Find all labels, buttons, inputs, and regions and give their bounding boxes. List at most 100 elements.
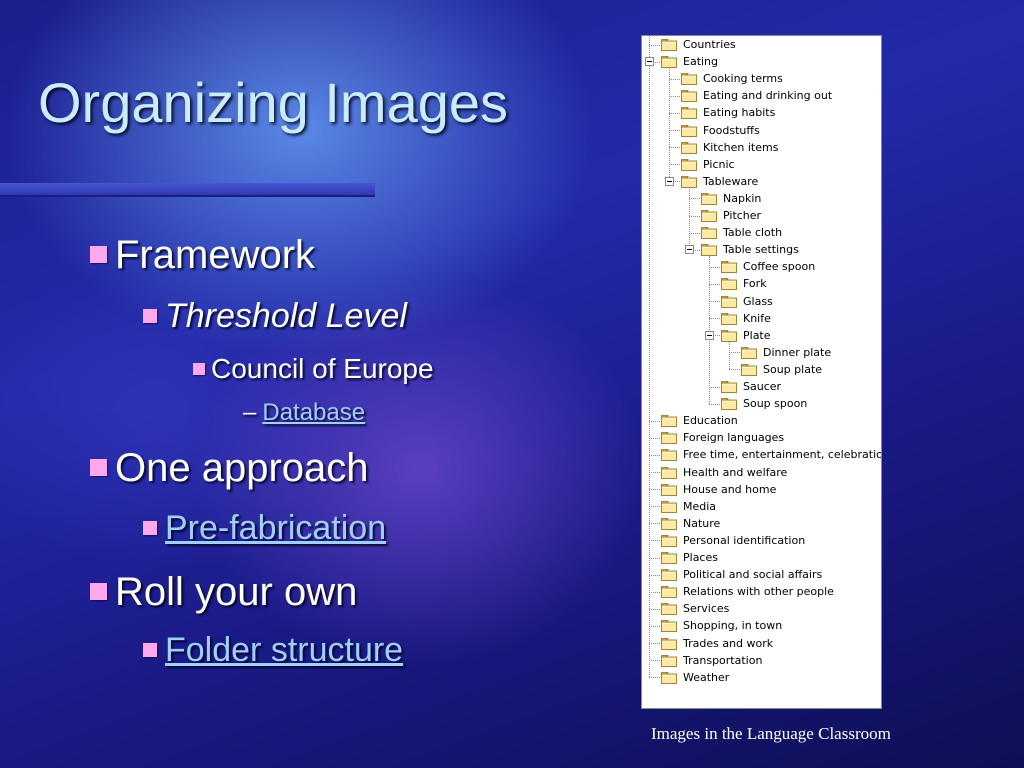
folder-icon (661, 552, 677, 564)
tree-folder-item[interactable]: Countries (642, 36, 881, 53)
tree-folder-label: Coffee spoon (743, 260, 816, 274)
tree-folder-item[interactable]: Political and social affairs (642, 566, 881, 583)
folder-icon (661, 500, 677, 513)
tree-folder-item[interactable]: Napkin (642, 190, 881, 207)
tree-folder-item[interactable]: Education (642, 412, 881, 429)
folder-icon (681, 141, 697, 154)
tree-folder-label: Knife (743, 311, 771, 325)
tree-folder-item[interactable]: Shopping, in town (642, 617, 881, 634)
tree-folder-label: Eating and drinking out (703, 89, 833, 103)
tree-folder-item[interactable]: Table cloth (642, 224, 881, 241)
tree-folder-label: Education (683, 414, 738, 428)
folder-icon (661, 654, 677, 667)
tree-folder-label: Eating (683, 55, 719, 69)
tree-folder-item[interactable]: Dinner plate (642, 344, 881, 361)
tree-folder-item[interactable]: Places (642, 549, 881, 566)
tree-folder-label: Weather (683, 670, 730, 684)
bullet-framework: Framework (90, 233, 315, 278)
tree-folder-item[interactable]: Foodstuffs (642, 122, 881, 139)
tree-folder-item[interactable]: Saucer (642, 378, 881, 395)
tree-folder-item[interactable]: Services (642, 600, 881, 617)
tree-folder-label: Personal identification (683, 533, 806, 547)
tree-folder-label: Media (683, 499, 717, 513)
bullet-list: Framework Threshold Level Council of Eur… (0, 0, 620, 768)
tree-folder-label: Soup spoon (743, 397, 808, 411)
folder-icon (661, 671, 677, 684)
tree-folder-label: Glass (743, 294, 773, 308)
tree-folder-item[interactable]: Relations with other people (642, 583, 881, 600)
tree-folder-item[interactable]: Weather (642, 669, 881, 686)
tree-folder-item[interactable]: Knife (642, 310, 881, 327)
folder-icon (681, 124, 697, 137)
folder-icon (741, 346, 757, 359)
tree-folder-item[interactable]: Fork (642, 275, 881, 292)
folder-icon (661, 56, 677, 68)
tree-folder-item[interactable]: Coffee spoon (642, 258, 881, 275)
tree-folder-item[interactable]: Soup spoon (642, 395, 881, 412)
folder-icon (721, 295, 737, 308)
tree-folder-item[interactable]: Trades and work (642, 635, 881, 652)
bullet-framework-label: Framework (115, 233, 316, 277)
tree-folder-item[interactable]: Pitcher (642, 207, 881, 224)
folder-tree-view[interactable]: Countries Eating Cooking terms Eating and d… (641, 35, 882, 709)
collapse-toggle-icon[interactable] (705, 330, 714, 340)
folder-icon (661, 603, 677, 616)
tree-folder-label: Foreign languages (683, 431, 785, 445)
tree-folder-label: Services (683, 602, 730, 616)
tree-folder-item[interactable]: Eating habits (642, 104, 881, 121)
bullet-one-approach-label: One approach (115, 446, 369, 490)
tree-folder-item[interactable]: Eating and drinking out (642, 87, 881, 104)
collapse-toggle-icon[interactable] (685, 245, 694, 255)
tree-folder-item[interactable]: Media (642, 498, 881, 515)
bullet-square-icon (143, 520, 157, 535)
folder-icon (661, 637, 677, 650)
tree-folder-item[interactable]: Tableware (642, 173, 881, 190)
tree-folder-item[interactable]: Nature (642, 515, 881, 532)
tree-folder-item[interactable]: Transportation (642, 652, 881, 669)
tree-folder-label: Plate (743, 328, 771, 342)
tree-folder-label: Tableware (703, 174, 759, 188)
tree-folder-item[interactable]: Soup plate (642, 361, 881, 378)
tree-folder-item[interactable]: Personal identification (642, 532, 881, 549)
tree-folder-item[interactable]: Plate (642, 327, 881, 344)
tree-folder-label: Kitchen items (703, 140, 779, 154)
pre-fabrication-link[interactable]: Pre-fabrication (165, 509, 386, 547)
collapse-toggle-icon[interactable] (645, 57, 654, 67)
tree-folder-item[interactable]: Eating (642, 53, 881, 70)
database-link[interactable]: Database (262, 399, 365, 426)
folder-icon (721, 278, 737, 291)
slide-footer: Images in the Language Classroom (651, 724, 891, 743)
folder-structure-link[interactable]: Folder structure (165, 631, 403, 669)
tree-folder-item[interactable]: Health and welfare (642, 464, 881, 481)
tree-folder-item[interactable]: Table settings (642, 241, 881, 258)
bullet-folder-structure: Folder structure (143, 631, 403, 670)
folder-icon (661, 39, 677, 51)
tree-folder-label: Shopping, in town (683, 619, 783, 633)
bullet-square-icon (193, 362, 205, 375)
tree-folder-label: Saucer (743, 380, 782, 393)
tree-folder-item[interactable]: Picnic (642, 156, 881, 173)
tree-folder-label: Soup plate (763, 362, 823, 376)
bullet-one-approach: One approach (90, 446, 369, 491)
tree-folder-label: Relations with other people (683, 585, 834, 599)
bullet-pre-fabrication: Pre-fabrication (143, 509, 386, 548)
folder-icon (661, 432, 677, 445)
tree-folder-item[interactable]: Foreign languages (642, 429, 881, 446)
bullet-roll-your-own-label: Roll your own (115, 570, 358, 614)
tree-folder-item[interactable]: House and home (642, 481, 881, 498)
collapse-toggle-icon[interactable] (665, 176, 674, 186)
bullet-database: – Database (243, 399, 365, 427)
tree-folder-item[interactable]: Cooking terms (642, 70, 881, 87)
tree-folder-label: Dinner plate (763, 345, 832, 359)
tree-folder-label: Health and welfare (683, 465, 788, 479)
tree-folder-item[interactable]: Glass (642, 293, 881, 310)
tree-folder-label: House and home (683, 482, 777, 496)
tree-folder-label: Foodstuffs (703, 123, 760, 137)
tree-folder-item[interactable]: Kitchen items (642, 139, 881, 156)
bullet-square-icon (90, 458, 107, 476)
tree-folder-item[interactable]: Free time, entertainment, celebrations (642, 446, 881, 463)
bullet-square-icon (90, 245, 107, 263)
tree-folder-label: Fork (743, 277, 767, 291)
tree-folder-label: Napkin (723, 191, 762, 205)
tree-folder-label: Countries (683, 38, 736, 51)
